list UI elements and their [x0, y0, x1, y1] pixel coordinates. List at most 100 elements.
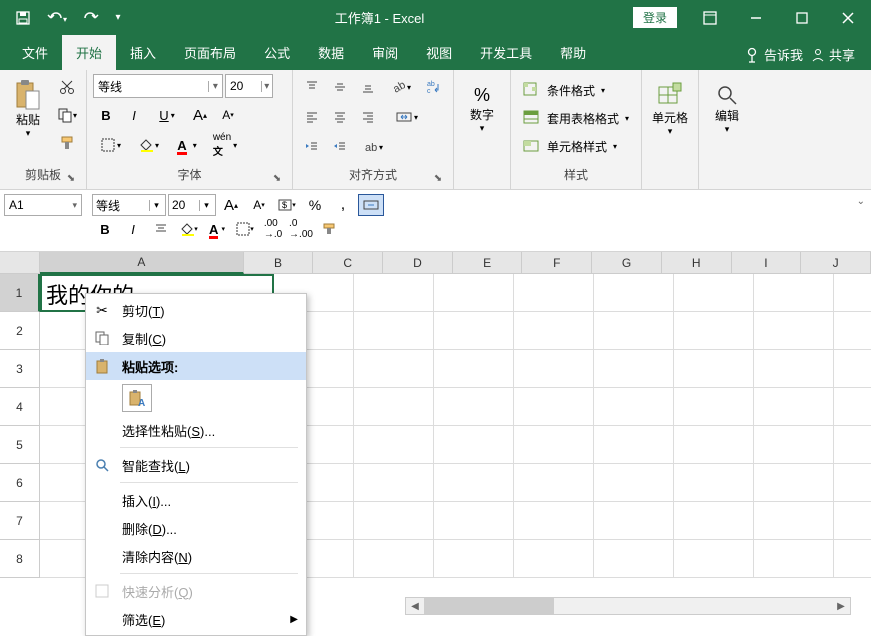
mini-accounting-button[interactable]: $▾: [274, 194, 300, 216]
paste-button[interactable]: 粘贴 ▾: [6, 74, 50, 144]
cell[interactable]: [674, 388, 754, 426]
format-painter-button[interactable]: [54, 130, 80, 156]
col-header-A[interactable]: A: [40, 252, 244, 274]
row-header-8[interactable]: 8: [0, 540, 40, 578]
copy-button[interactable]: ▾: [54, 102, 80, 128]
clipboard-launcher[interactable]: ⬊: [64, 171, 78, 185]
fill-color-button[interactable]: ▾: [131, 132, 167, 158]
ctx-copy[interactable]: 复制(C): [86, 324, 306, 352]
cell[interactable]: [754, 426, 834, 464]
font-name-input[interactable]: [94, 79, 208, 93]
tab-pagelayout[interactable]: 页面布局: [170, 35, 250, 70]
mini-fill-button[interactable]: ▾: [176, 218, 202, 240]
font-launcher[interactable]: ⬊: [270, 171, 284, 185]
col-header-E[interactable]: E: [453, 252, 523, 274]
col-header-D[interactable]: D: [383, 252, 453, 274]
col-header-G[interactable]: G: [592, 252, 662, 274]
align-center-button[interactable]: [327, 104, 353, 130]
cell[interactable]: [354, 388, 434, 426]
orientation2-button[interactable]: ab▾: [355, 134, 391, 160]
col-header-C[interactable]: C: [313, 252, 383, 274]
ctx-delete[interactable]: 删除(D)...: [86, 514, 306, 542]
mini-font-name[interactable]: ▾: [92, 194, 166, 216]
undo-button[interactable]: ▾: [42, 3, 72, 33]
font-size-combo[interactable]: ▾: [225, 74, 273, 98]
cell[interactable]: [354, 540, 434, 578]
save-button[interactable]: [8, 3, 38, 33]
select-all-corner[interactable]: [0, 252, 40, 274]
merge-button[interactable]: ▾: [389, 104, 425, 130]
cell[interactable]: [514, 502, 594, 540]
cell[interactable]: [834, 350, 871, 388]
row-header-1[interactable]: 1: [0, 274, 40, 312]
mini-percent-button[interactable]: %: [302, 194, 328, 216]
cell[interactable]: [594, 388, 674, 426]
col-header-I[interactable]: I: [732, 252, 802, 274]
cell[interactable]: [434, 388, 514, 426]
cell[interactable]: [834, 502, 871, 540]
conditional-formatting-button[interactable]: 条件格式▾: [517, 78, 611, 102]
cell[interactable]: [674, 540, 754, 578]
cell[interactable]: [434, 502, 514, 540]
cell[interactable]: [514, 426, 594, 464]
minimize-button[interactable]: [733, 0, 779, 35]
row-header-7[interactable]: 7: [0, 502, 40, 540]
mini-font-color-button[interactable]: A▾: [204, 218, 230, 240]
cell[interactable]: [834, 274, 871, 312]
col-header-J[interactable]: J: [801, 252, 871, 274]
ribbon-display-options[interactable]: [687, 0, 733, 35]
chevron-down-icon[interactable]: ▾: [199, 200, 213, 211]
mini-comma-button[interactable]: ,: [330, 194, 356, 216]
tab-help[interactable]: 帮助: [546, 35, 600, 70]
row-header-2[interactable]: 2: [0, 312, 40, 350]
cell[interactable]: [754, 388, 834, 426]
cell[interactable]: [434, 426, 514, 464]
cell[interactable]: [354, 502, 434, 540]
row-header-4[interactable]: 4: [0, 388, 40, 426]
ctx-paste-special[interactable]: 选择性粘贴(S)...: [86, 416, 306, 444]
cell[interactable]: [354, 312, 434, 350]
mini-increase-decimal[interactable]: .00→.0: [260, 218, 286, 240]
cell[interactable]: [674, 502, 754, 540]
align-middle-button[interactable]: [327, 74, 353, 100]
row-header-5[interactable]: 5: [0, 426, 40, 464]
decrease-indent-button[interactable]: [299, 134, 325, 160]
mini-merge-button[interactable]: [358, 194, 384, 216]
borders-button[interactable]: ▾: [93, 132, 129, 158]
cell[interactable]: [354, 274, 434, 312]
increase-indent-button[interactable]: [327, 134, 353, 160]
mini-borders-button[interactable]: ▾: [232, 218, 258, 240]
tab-data[interactable]: 数据: [304, 35, 358, 70]
cell[interactable]: [514, 350, 594, 388]
align-right-button[interactable]: [355, 104, 381, 130]
wrap-text-button[interactable]: abc: [421, 74, 447, 100]
cell[interactable]: [434, 464, 514, 502]
ctx-smart-lookup[interactable]: 智能查找(L): [86, 451, 306, 479]
tab-view[interactable]: 视图: [412, 35, 466, 70]
cell[interactable]: [594, 274, 674, 312]
cell[interactable]: [754, 464, 834, 502]
align-top-button[interactable]: [299, 74, 325, 100]
login-button[interactable]: 登录: [633, 7, 677, 28]
align-launcher[interactable]: ⬊: [431, 171, 445, 185]
cell[interactable]: [834, 312, 871, 350]
redo-button[interactable]: [76, 3, 106, 33]
cell[interactable]: [834, 540, 871, 578]
share-button[interactable]: 共享: [811, 45, 855, 64]
cell[interactable]: [594, 540, 674, 578]
tab-file[interactable]: 文件: [8, 35, 62, 70]
formula-bar-expand[interactable]: ⌄: [857, 196, 865, 207]
ctx-insert[interactable]: 插入(I)...: [86, 486, 306, 514]
align-bottom-button[interactable]: [355, 74, 381, 100]
cell[interactable]: [674, 350, 754, 388]
paste-text-only-button[interactable]: A: [122, 384, 152, 412]
cell[interactable]: [594, 502, 674, 540]
ctx-clear[interactable]: 清除内容(N): [86, 542, 306, 570]
format-as-table-button[interactable]: 套用表格格式▾: [517, 106, 635, 130]
scroll-track[interactable]: [424, 598, 832, 614]
maximize-button[interactable]: [779, 0, 825, 35]
underline-button[interactable]: U▾: [149, 102, 185, 128]
cell[interactable]: [754, 312, 834, 350]
align-left-button[interactable]: [299, 104, 325, 130]
mini-decrease-decimal[interactable]: .0→.00: [288, 218, 314, 240]
